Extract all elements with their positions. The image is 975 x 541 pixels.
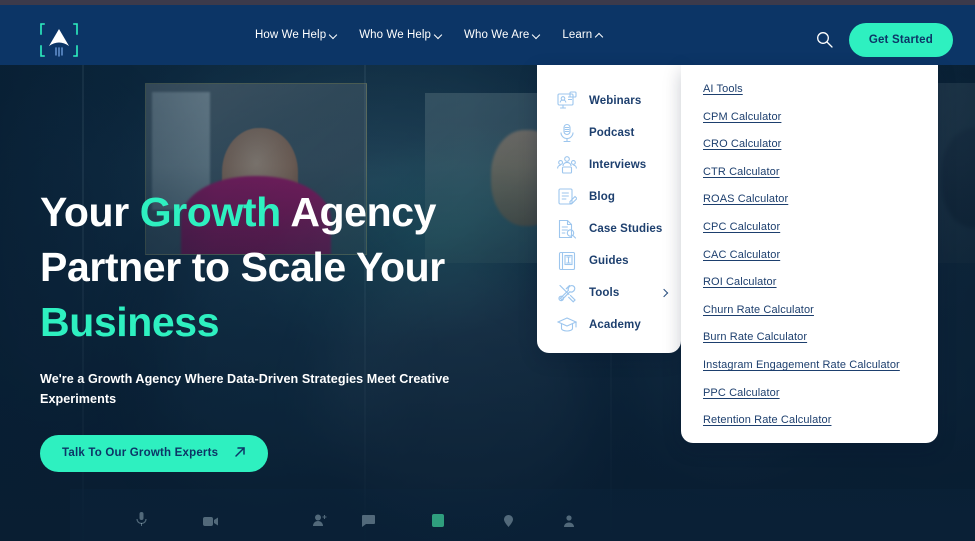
nav-label: Who We Are (464, 29, 530, 41)
submenu-link-burn-rate-calculator[interactable]: Burn Rate Calculator (703, 331, 807, 343)
menu-item-blog[interactable]: Blog (537, 181, 681, 213)
menu-item-label: Webinars (589, 95, 642, 107)
site-header: How We Help Who We Help Who We Are Learn… (0, 5, 975, 65)
mega-menu-left-panel: Webinars Podcast Interviews Blog Case St… (537, 65, 681, 353)
talk-to-experts-button[interactable]: Talk To Our Growth Experts (40, 434, 269, 472)
submenu-link-ppc-calculator[interactable]: PPC Calculator (703, 387, 780, 399)
book-icon (557, 251, 577, 271)
nav-item-who-we-help[interactable]: Who We Help (359, 29, 442, 41)
submenu-link-cpc-calculator[interactable]: CPC Calculator (703, 221, 780, 233)
menu-item-label: Case Studies (589, 223, 663, 235)
nav-item-who-we-are[interactable]: Who We Are (464, 29, 540, 41)
nav-label: Who We Help (359, 29, 432, 41)
chevron-right-icon (659, 288, 669, 298)
screen-share-icon (432, 514, 444, 529)
video-camera-icon (203, 516, 219, 529)
add-person-icon (313, 514, 327, 529)
menu-item-label: Guides (589, 255, 629, 267)
arrow-up-right-icon (234, 446, 246, 461)
submenu-link-instagram-engagement-rate-calculator[interactable]: Instagram Engagement Rate Calculator (703, 359, 900, 371)
submenu-link-cac-calculator[interactable]: CAC Calculator (703, 249, 780, 261)
document-pencil-icon (557, 187, 578, 207)
menu-item-label: Interviews (589, 159, 647, 171)
submenu-link-ctr-calculator[interactable]: CTR Calculator (703, 166, 780, 178)
microphone-icon (557, 123, 577, 143)
menu-item-guides[interactable]: Guides (537, 245, 681, 277)
document-magnifier-icon (557, 219, 577, 239)
menu-item-podcast[interactable]: Podcast (537, 117, 681, 149)
submenu-link-roas-calculator[interactable]: ROAS Calculator (703, 193, 788, 205)
nav-item-learn[interactable]: Learn (562, 29, 603, 41)
hero-heading-accent1: Growth (139, 189, 281, 235)
menu-item-label: Blog (589, 191, 615, 203)
hero-subheading: We're a Growth Agency Where Data-Driven … (40, 371, 450, 406)
chevron-down-icon (533, 32, 540, 39)
get-started-button[interactable]: Get Started (848, 23, 953, 57)
monitor-people-icon (557, 91, 577, 111)
more-icon (564, 515, 574, 529)
people-group-icon (557, 155, 577, 175)
talk-to-experts-label: Talk To Our Growth Experts (62, 447, 219, 460)
menu-item-academy[interactable]: Academy (537, 309, 681, 341)
submenu-link-ai-tools[interactable]: AI Tools (703, 83, 743, 95)
brand-logo[interactable] (40, 19, 78, 61)
menu-item-tools[interactable]: Tools (537, 277, 681, 309)
hero-heading-accent2: Business (40, 298, 220, 345)
info-icon (503, 515, 514, 529)
menu-item-label: Tools (589, 287, 620, 299)
search-icon[interactable] (816, 31, 833, 48)
menu-item-webinars[interactable]: Webinars (537, 85, 681, 117)
chevron-down-icon (330, 32, 337, 39)
microphone-icon (136, 512, 147, 529)
tools-wrench-icon (557, 283, 577, 303)
menu-item-label: Academy (589, 319, 641, 331)
main-navigation: How We Help Who We Help Who We Are Learn (255, 5, 603, 65)
hero-content: Your Growth Agency Partner to Scale Your… (40, 185, 510, 472)
menu-item-label: Podcast (589, 127, 635, 139)
chevron-up-icon (596, 32, 603, 39)
submenu-link-cro-calculator[interactable]: CRO Calculator (703, 138, 781, 150)
chevron-down-icon (435, 32, 442, 39)
menu-item-case-studies[interactable]: Case Studies (537, 213, 681, 245)
submenu-link-cpm-calculator[interactable]: CPM Calculator (703, 111, 781, 123)
hero-heading-part1: Your (40, 189, 140, 235)
nav-label: How We Help (255, 29, 327, 41)
nav-item-how-we-help[interactable]: How We Help (255, 29, 337, 41)
hero-heading: Your Growth Agency Partner to Scale Your… (40, 185, 510, 350)
menu-item-interviews[interactable]: Interviews (537, 149, 681, 181)
submenu-link-roi-calculator[interactable]: ROI Calculator (703, 276, 777, 288)
nav-label: Learn (562, 29, 593, 41)
video-call-control-bar (70, 489, 975, 541)
submenu-link-churn-rate-calculator[interactable]: Churn Rate Calculator (703, 304, 814, 316)
chat-bubble-icon (362, 515, 375, 529)
mega-menu-right-panel: AI Tools CPM Calculator CRO Calculator C… (681, 65, 938, 443)
graduation-cap-icon (556, 315, 578, 335)
submenu-link-retention-rate-calculator[interactable]: Retention Rate Calculator (703, 414, 831, 426)
